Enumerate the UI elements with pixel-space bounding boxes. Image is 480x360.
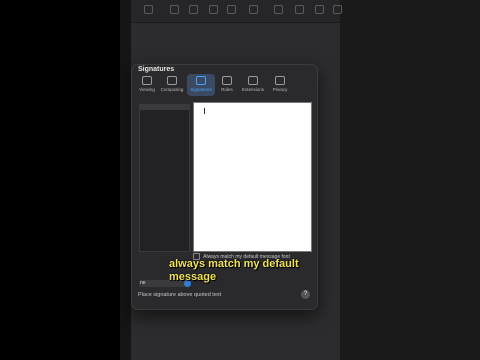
place-above-label: Place signature above quoted text xyxy=(138,292,222,298)
toolbar-icon[interactable] xyxy=(333,5,342,14)
rules-icon xyxy=(222,76,232,85)
list-header xyxy=(140,105,189,110)
eye-icon xyxy=(142,76,152,85)
video-caption: always match my default message xyxy=(169,258,299,284)
toolbar-icon[interactable] xyxy=(249,5,258,14)
tab-label: Composing xyxy=(160,87,184,92)
tab-label: Signatures xyxy=(190,87,212,92)
signature-icon xyxy=(196,76,206,85)
tab-viewing[interactable]: Viewing xyxy=(137,74,157,96)
toolbar-icon[interactable] xyxy=(315,5,324,14)
help-button[interactable]: ? xyxy=(301,290,310,299)
toolbar-icon[interactable] xyxy=(170,5,179,14)
toolbar-icon[interactable] xyxy=(274,5,283,14)
signature-editor[interactable] xyxy=(193,102,312,252)
caption-line-2: message xyxy=(169,271,217,283)
compose-icon xyxy=(167,76,177,85)
screen-right-background xyxy=(340,0,480,360)
hand-icon xyxy=(275,76,285,85)
preferences-tab-bar: Viewing Composing Signatures Rules Exten… xyxy=(131,74,316,98)
place-above-option[interactable]: Place signature above quoted text xyxy=(138,292,221,298)
tab-label: Viewing xyxy=(139,87,155,92)
app-edge-left xyxy=(120,0,131,360)
mail-toolbar xyxy=(131,0,342,23)
tab-extensions[interactable]: Extensions xyxy=(239,74,267,96)
extensions-icon xyxy=(248,76,258,85)
signatures-list[interactable] xyxy=(139,104,190,252)
text-caret xyxy=(204,108,205,114)
toolbar-icon[interactable] xyxy=(209,5,218,14)
toolbar-icon[interactable] xyxy=(295,5,304,14)
tab-composing[interactable]: Composing xyxy=(158,74,186,96)
tab-signatures[interactable]: Signatures xyxy=(187,74,215,96)
tab-label: Extensions xyxy=(241,87,264,92)
tab-privacy[interactable]: Privacy xyxy=(268,74,292,96)
tab-label: Privacy xyxy=(272,87,288,92)
toolbar-icon[interactable] xyxy=(227,5,236,14)
tab-label: Rules xyxy=(221,87,233,92)
caption-line-1: always match my default xyxy=(169,258,299,270)
window-title: Signatures xyxy=(138,66,175,73)
toolbar-icon[interactable] xyxy=(144,5,153,14)
tab-rules[interactable]: Rules xyxy=(217,74,237,96)
select-value: ne xyxy=(140,280,146,286)
toolbar-icon[interactable] xyxy=(189,5,198,14)
